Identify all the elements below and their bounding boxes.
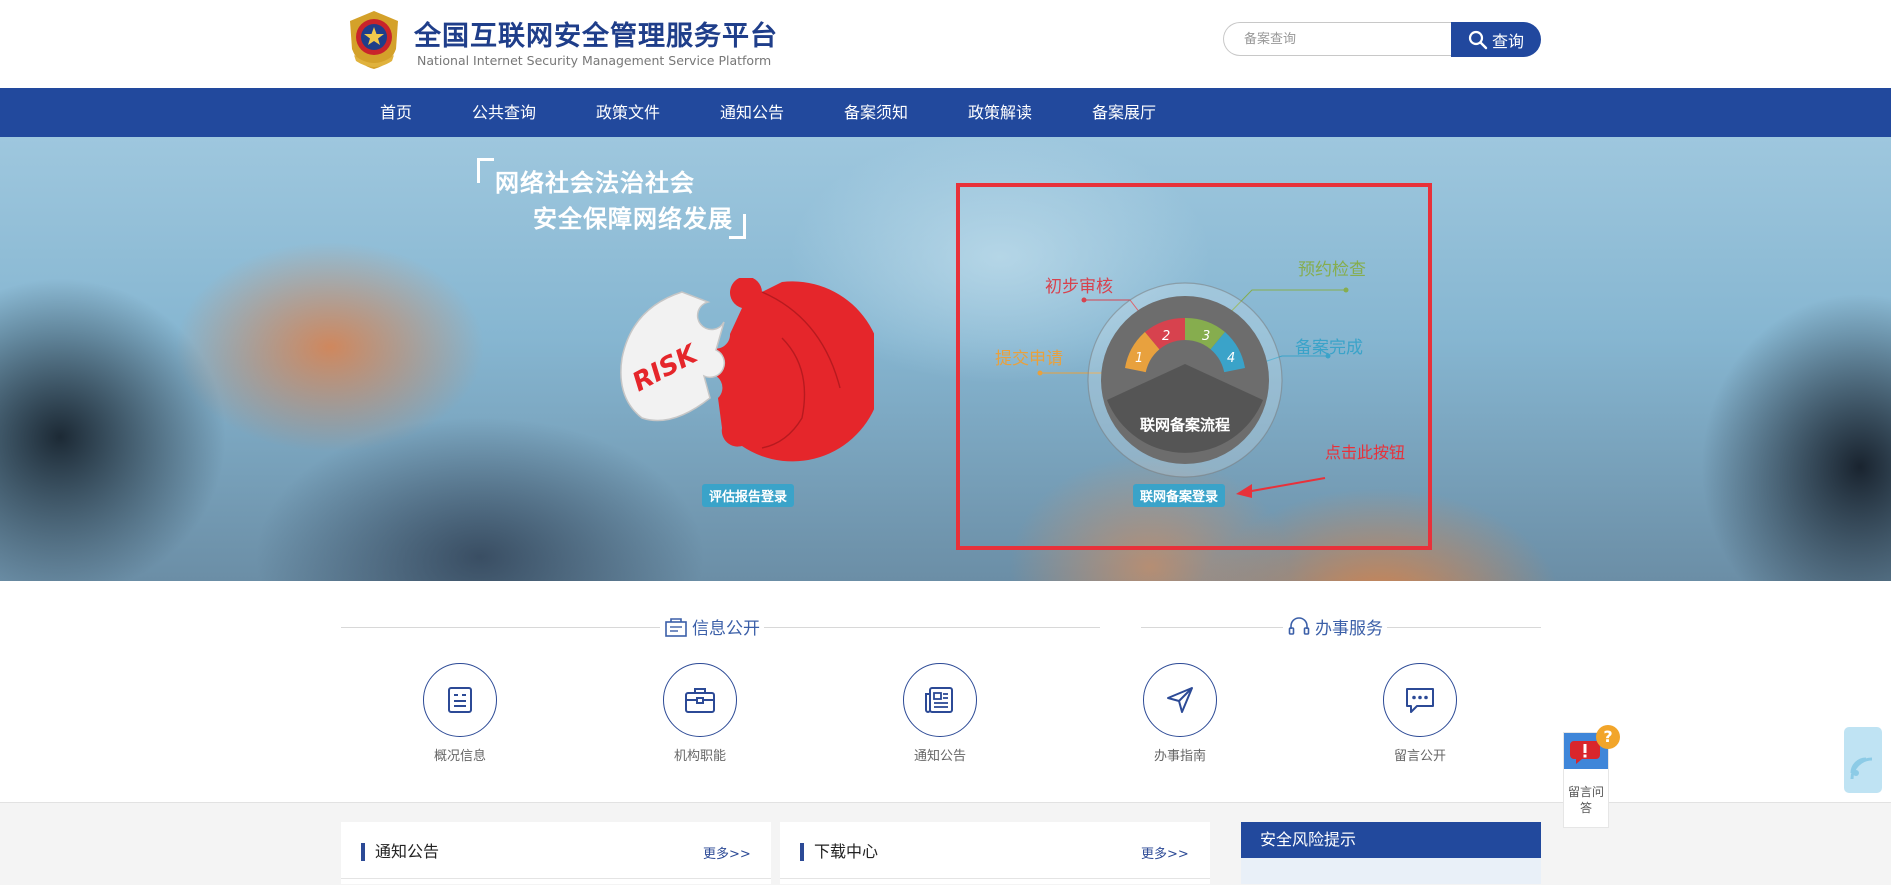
filing-flow-diagram: 1 2 3 4 联网备案流程: [1087, 282, 1283, 478]
floating-side-button[interactable]: [1844, 727, 1882, 793]
security-risk-panel: 安全风险提示: [1241, 822, 1541, 884]
service-functions-circle: [663, 663, 737, 737]
flow-step-1-num: 1: [1135, 351, 1143, 366]
nav-item-filing-notes[interactable]: 备案须知: [844, 88, 908, 137]
search-input[interactable]: [1224, 23, 1434, 55]
click-hint-label: 点击此按钮: [1325, 443, 1406, 462]
eval-report-login-button[interactable]: 评估报告登录: [702, 484, 795, 507]
flow-label-review: 初步审核: [1045, 277, 1113, 297]
nav-item-public-query[interactable]: 公共查询: [472, 88, 536, 137]
download-more-link[interactable]: 更多>>: [1141, 843, 1189, 862]
security-risk-title: 安全风险提示: [1241, 822, 1541, 858]
briefcase-icon: [685, 688, 715, 713]
slogan-bracket-open: [477, 158, 494, 183]
main-nav: 首页 公共查询 政策文件 通知公告 备案须知 政策解读 备案展厅: [0, 88, 1891, 137]
police-emblem-icon: [350, 11, 398, 69]
floating-message-label: 留言问答: [1567, 785, 1604, 815]
notice-more-link[interactable]: 更多>>: [703, 843, 751, 862]
search-icon: [1468, 30, 1488, 49]
service-functions[interactable]: 机构职能: [640, 663, 760, 764]
hero-banner: [0, 137, 1891, 581]
service-notices-label: 通知公告: [913, 749, 966, 764]
download-panel-divider: [780, 878, 1210, 879]
office-service-heading: 办事服务: [1283, 614, 1387, 639]
notice-panel: 通知公告 更多>>: [341, 822, 771, 884]
site-header: 全国互联网安全管理服务平台 National Internet Security…: [0, 0, 1891, 88]
nav-item-policy-interpretation[interactable]: 政策解读: [968, 88, 1032, 137]
document-list-icon: [448, 687, 472, 713]
signal-wave-icon: [1850, 757, 1873, 780]
service-notices-circle: [903, 663, 977, 737]
service-overview-circle: [423, 663, 497, 737]
slogan-bracket-close: [729, 214, 746, 239]
service-guide-circle: [1143, 663, 1217, 737]
flow-label-submit: 提交申请: [995, 349, 1063, 369]
service-messages-label: 留言公开: [1393, 749, 1446, 764]
flow-step-3-num: 3: [1202, 329, 1210, 344]
search-button[interactable]: 查询: [1451, 22, 1541, 57]
info-public-title: 信息公开: [692, 619, 760, 639]
flow-title: 联网备案流程: [1140, 416, 1230, 434]
click-hint-arrow: [1236, 477, 1326, 498]
nav-item-policy-docs[interactable]: 政策文件: [596, 88, 660, 137]
flow-step-4-num: 4: [1227, 351, 1235, 366]
risk-puzzle-icon: RISK: [620, 278, 874, 462]
nav-item-filing-hall[interactable]: 备案展厅: [1092, 88, 1156, 137]
service-messages[interactable]: 留言公开: [1360, 663, 1480, 764]
service-overview-label: 概况信息: [433, 749, 486, 764]
flow-label-done: 备案完成: [1295, 338, 1363, 358]
service-overview[interactable]: 概况信息: [400, 663, 520, 764]
chat-bubble-icon: [1406, 688, 1434, 713]
paper-plane-icon: [1167, 687, 1193, 713]
service-guide-label: 办事指南: [1153, 749, 1206, 764]
nav-item-notices[interactable]: 通知公告: [720, 88, 784, 137]
help-question-badge: ?: [1596, 725, 1620, 749]
slogan-line-2: 安全保障网络发展: [533, 205, 733, 233]
service-guide[interactable]: 办事指南: [1120, 663, 1240, 764]
site-title: 全国互联网安全管理服务平台: [414, 21, 778, 52]
office-service-title: 办事服务: [1315, 619, 1383, 639]
slogan-line-1: 网络社会法治社会: [495, 169, 695, 197]
nav-item-home[interactable]: 首页: [380, 88, 412, 137]
search-button-label: 查询: [1491, 31, 1524, 51]
site-subtitle: National Internet Security Management Se…: [417, 53, 772, 68]
download-panel-title: 下载中心: [800, 843, 878, 861]
notice-panel-title: 通知公告: [361, 843, 439, 861]
download-panel: 下载中心 更多>>: [780, 822, 1210, 884]
info-public-heading: 信息公开: [660, 614, 764, 639]
service-functions-label: 机构职能: [673, 749, 726, 764]
headset-icon: [1288, 616, 1310, 635]
search-box: [1223, 22, 1451, 56]
service-messages-circle: [1383, 663, 1457, 737]
notice-panel-divider: [341, 878, 771, 879]
info-folder-icon: [665, 617, 687, 637]
newspaper-icon: [925, 687, 953, 713]
flow-step-2-num: 2: [1162, 329, 1170, 344]
service-notices[interactable]: 通知公告: [880, 663, 1000, 764]
flow-label-check: 预约检查: [1298, 260, 1366, 280]
icp-filing-login-button[interactable]: 联网备案登录: [1133, 484, 1226, 507]
